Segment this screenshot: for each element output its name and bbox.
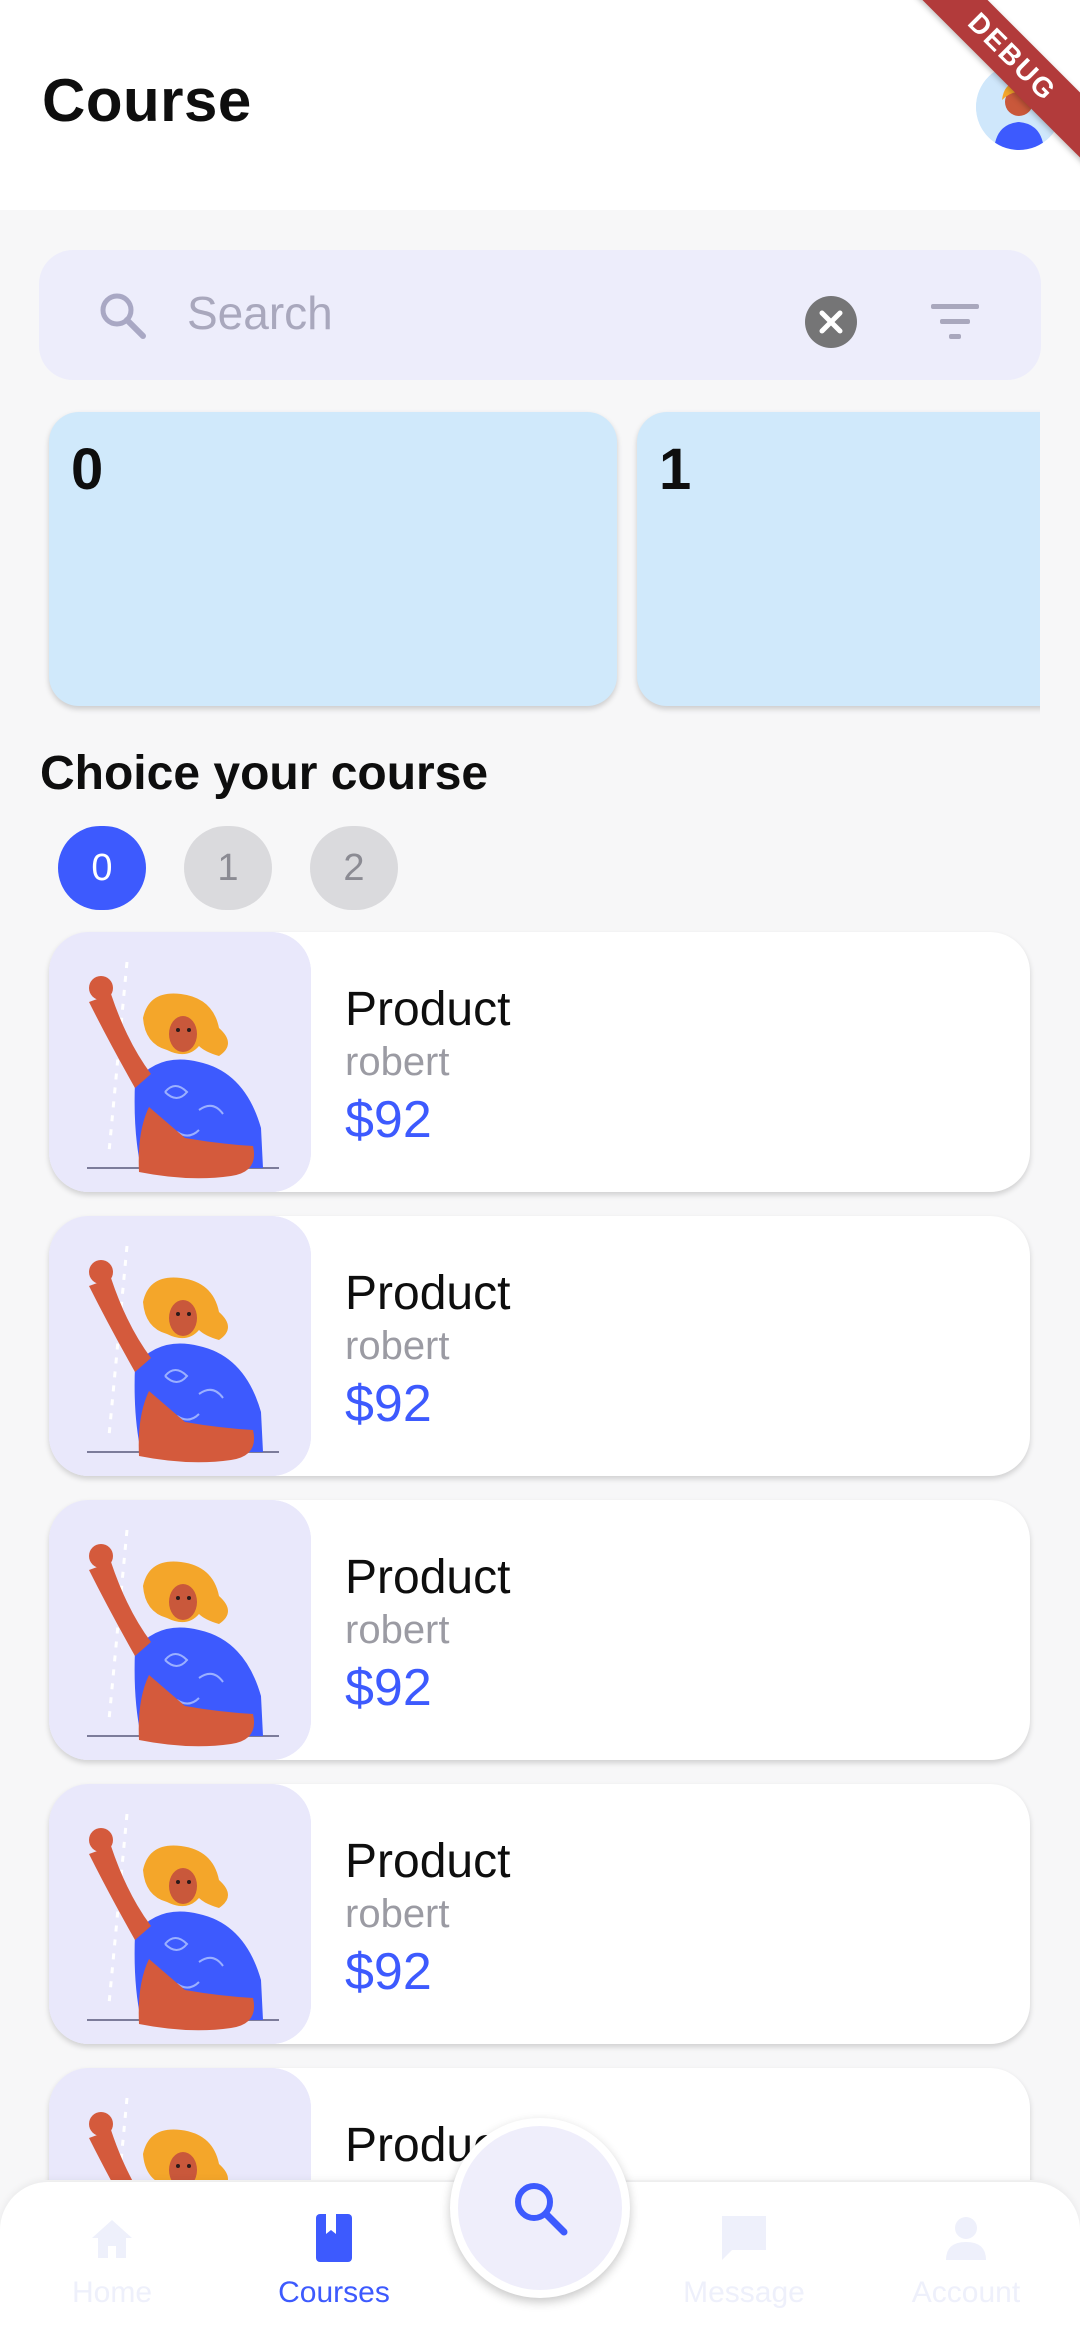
book-icon bbox=[316, 2214, 352, 2262]
nav-label: Account bbox=[911, 2276, 1021, 2309]
course-author: robert bbox=[345, 1892, 450, 1936]
course-thumbnail bbox=[49, 932, 311, 1192]
course-card[interactable]: Productrobert $92 bbox=[49, 1500, 1030, 1760]
search-icon bbox=[515, 2183, 568, 2236]
course-author: robert bbox=[345, 1608, 450, 1652]
course-title: Product bbox=[345, 1267, 511, 1320]
course-thumbnail bbox=[49, 2068, 311, 2180]
course-card[interactable]: Productrobert $92 bbox=[49, 1216, 1030, 1476]
featured-cards: 0 1 bbox=[0, 400, 1040, 720]
clear-icon[interactable] bbox=[803, 294, 859, 350]
course-thumbnail bbox=[49, 1784, 311, 2044]
course-price: $92 bbox=[345, 1943, 432, 2001]
course-list: Product robert $92 Product robert $92 Produc… bbox=[0, 930, 1080, 2180]
nav-label: Courses bbox=[278, 2276, 390, 2309]
category-chip-1[interactable]: 1 bbox=[184, 826, 272, 910]
course-author: robert bbox=[345, 2176, 450, 2180]
filter-icon[interactable] bbox=[929, 302, 985, 342]
course-author: robert bbox=[345, 1040, 450, 1084]
nav-label: Message bbox=[683, 2276, 805, 2309]
course-title: Product bbox=[345, 1835, 511, 1888]
nav-item-home[interactable]: Home bbox=[12, 2210, 212, 2310]
category-chip-2[interactable]: 2 bbox=[310, 826, 398, 910]
category-chip-0[interactable]: 0 bbox=[58, 826, 146, 910]
nav-item-message[interactable]: Message bbox=[644, 2210, 844, 2310]
course-author: robert bbox=[345, 1324, 450, 1368]
person-icon bbox=[946, 2217, 986, 2260]
nav-item-courses[interactable]: Courses bbox=[234, 2210, 434, 2310]
search-icon bbox=[100, 293, 146, 339]
course-card[interactable]: Productrobert $92 bbox=[49, 1784, 1030, 2044]
search-fab[interactable] bbox=[450, 2118, 630, 2298]
card-label: 1 bbox=[659, 437, 692, 502]
section-title: Choice your course bbox=[40, 747, 489, 800]
course-thumbnail bbox=[49, 1216, 311, 1476]
app-bar: Course DEBUG bbox=[0, 0, 1080, 210]
course-price: $92 bbox=[345, 1091, 432, 1149]
course-title: Product bbox=[345, 983, 511, 1036]
course-thumbnail bbox=[49, 1500, 311, 1760]
search-input[interactable]: Search bbox=[187, 286, 333, 340]
chat-icon bbox=[722, 2216, 766, 2260]
course-card[interactable]: Productrobert $92 bbox=[49, 932, 1030, 1192]
page-title: Course bbox=[42, 67, 252, 134]
featured-card-0[interactable]: 0 bbox=[49, 412, 617, 706]
nav-label: Home bbox=[71, 2276, 153, 2309]
nav-item-account[interactable]: Account bbox=[866, 2210, 1066, 2310]
course-price: $92 bbox=[345, 1659, 432, 1717]
featured-card-1[interactable]: 1 bbox=[637, 412, 1040, 706]
home-icon bbox=[92, 2220, 132, 2258]
search-bar[interactable]: Search bbox=[39, 250, 1041, 380]
course-price: $92 bbox=[345, 1375, 432, 1433]
course-title: Product bbox=[345, 1551, 511, 1604]
card-label: 0 bbox=[71, 437, 104, 502]
